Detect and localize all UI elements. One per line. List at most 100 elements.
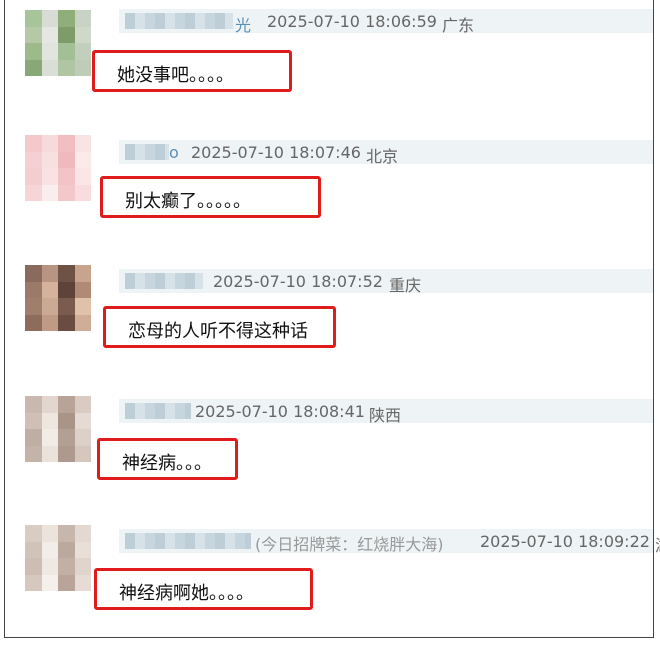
- avatar-mosaic-block: [74, 541, 91, 559]
- comment-item: o 2025-07-10 18:07:46 北京 别太癫了。。。。。: [5, 130, 653, 260]
- avatar-mosaic-block: [58, 281, 75, 299]
- avatar-mosaic-block: [74, 412, 91, 430]
- avatar-mosaic-block: [74, 43, 91, 60]
- avatar-mosaic-block: [41, 298, 59, 315]
- avatar-mosaic-block: [74, 184, 91, 201]
- comment-meta: (今日招牌菜：红烧胖大海) 2025-07-10 18:09:22 湖: [119, 529, 660, 555]
- avatar-mosaic-block: [41, 281, 59, 299]
- comment-content: 神经病。。。: [97, 438, 238, 480]
- avatar-mosaic-block: [74, 574, 91, 591]
- avatar-mosaic-block: [41, 10, 59, 27]
- avatar-mosaic-block: [58, 10, 75, 27]
- avatar-mosaic-block: [74, 265, 91, 282]
- location: 北京: [366, 147, 399, 166]
- avatar-mosaic-block: [25, 184, 42, 201]
- avatar-mosaic-block: [25, 43, 42, 60]
- username-blurred[interactable]: [125, 273, 203, 289]
- avatar-mosaic-block: [58, 168, 75, 185]
- comment-item: (今日招牌菜：红烧胖大海) 2025-07-10 18:09:22 湖 神经病啊…: [5, 518, 660, 648]
- avatar-mosaic-block: [41, 314, 59, 331]
- avatar-mosaic-block: [41, 59, 59, 76]
- timestamp: 2025-07-10 18:07:46: [191, 143, 361, 162]
- timestamp: 2025-07-10 18:06:59: [267, 12, 437, 31]
- avatar-mosaic-block: [74, 59, 91, 76]
- avatar-mosaic-block: [58, 558, 75, 575]
- avatar-mosaic-block: [25, 412, 42, 430]
- avatar-mosaic-block: [41, 525, 59, 542]
- location: 陕西: [369, 406, 402, 425]
- location: 广东: [442, 16, 475, 35]
- avatar-mosaic-block: [58, 429, 75, 446]
- avatar-mosaic-block: [41, 396, 59, 413]
- username-tail[interactable]: 光: [235, 12, 251, 36]
- avatar-mosaic-block: [58, 541, 75, 559]
- avatar[interactable]: [25, 396, 91, 462]
- username-tail[interactable]: o: [169, 143, 179, 162]
- avatar-mosaic-block: [25, 168, 42, 185]
- avatar[interactable]: [25, 265, 91, 331]
- avatar-mosaic-block: [25, 314, 42, 331]
- avatar-mosaic-block: [74, 525, 91, 542]
- avatar-mosaic-block: [58, 26, 75, 44]
- avatar[interactable]: [25, 135, 91, 201]
- avatar-mosaic-block: [25, 135, 42, 152]
- username-blurred[interactable]: [125, 144, 169, 160]
- avatar-mosaic-block: [25, 59, 42, 76]
- comment-meta: 2025-07-10 18:07:52 重庆: [119, 269, 653, 295]
- comment-item: 2025-07-10 18:08:41 陕西 神经病。。。: [5, 390, 653, 520]
- avatar-mosaic-block: [74, 281, 91, 299]
- timestamp: 2025-07-10 18:08:41: [195, 402, 365, 421]
- avatar-mosaic-block: [74, 10, 91, 27]
- avatar-mosaic-block: [41, 265, 59, 282]
- avatar-mosaic-block: [58, 574, 75, 591]
- avatar-mosaic-block: [58, 298, 75, 315]
- timestamp: 2025-07-10 18:09:22: [480, 532, 650, 551]
- avatar-mosaic-block: [58, 445, 75, 462]
- avatar-mosaic-block: [74, 396, 91, 413]
- avatar-mosaic-block: [41, 168, 59, 185]
- avatar-mosaic-block: [25, 10, 42, 27]
- avatar[interactable]: [25, 10, 91, 76]
- reply-to-label[interactable]: (今日招牌菜：红烧胖大海): [255, 531, 444, 555]
- avatar-mosaic-block: [41, 135, 59, 152]
- avatar-mosaic-block: [41, 43, 59, 60]
- avatar-mosaic-block: [58, 59, 75, 76]
- avatar-mosaic-block: [25, 26, 42, 44]
- avatar-mosaic-block: [25, 396, 42, 413]
- avatar-mosaic-block: [25, 151, 42, 169]
- avatar-mosaic-block: [25, 541, 42, 559]
- comment-item: 光 2025-07-10 18:06:59 广东 她没事吧。。。。: [5, 0, 653, 130]
- avatar[interactable]: [25, 525, 91, 591]
- avatar-mosaic-block: [41, 184, 59, 201]
- comment-content: 神经病啊她。。。。: [94, 568, 313, 610]
- comment-meta: 光 2025-07-10 18:06:59 广东: [119, 9, 653, 36]
- avatar-mosaic-block: [58, 314, 75, 331]
- avatar-mosaic-block: [74, 558, 91, 575]
- avatar-mosaic-block: [74, 26, 91, 44]
- avatar-mosaic-block: [74, 298, 91, 315]
- username-blurred[interactable]: [125, 13, 233, 29]
- comment-meta: 2025-07-10 18:08:41 陕西: [119, 399, 653, 425]
- comment-item: 2025-07-10 18:07:52 重庆 恋母的人听不得这种话: [5, 260, 653, 390]
- username-blurred[interactable]: [125, 403, 191, 419]
- comment-content: 恋母的人听不得这种话: [103, 306, 336, 348]
- avatar-mosaic-block: [41, 574, 59, 591]
- avatar-mosaic-block: [41, 429, 59, 446]
- avatar-mosaic-block: [58, 135, 75, 152]
- location: 湖: [655, 532, 660, 556]
- location: 重庆: [389, 276, 422, 295]
- avatar-mosaic-block: [58, 265, 75, 282]
- username-blurred[interactable]: [125, 533, 251, 549]
- avatar-mosaic-block: [25, 525, 42, 542]
- avatar-mosaic-block: [58, 412, 75, 430]
- avatar-mosaic-block: [41, 412, 59, 430]
- avatar-mosaic-block: [74, 135, 91, 152]
- avatar-mosaic-block: [41, 558, 59, 575]
- comment-content: 别太癫了。。。。。: [100, 176, 321, 218]
- avatar-mosaic-block: [58, 151, 75, 169]
- avatar-mosaic-block: [41, 26, 59, 44]
- avatar-mosaic-block: [25, 574, 42, 591]
- timestamp: 2025-07-10 18:07:52: [213, 272, 383, 291]
- comment-list: 光 2025-07-10 18:06:59 广东 她没事吧。。。。 o 2025…: [4, 0, 660, 638]
- avatar-mosaic-block: [58, 396, 75, 413]
